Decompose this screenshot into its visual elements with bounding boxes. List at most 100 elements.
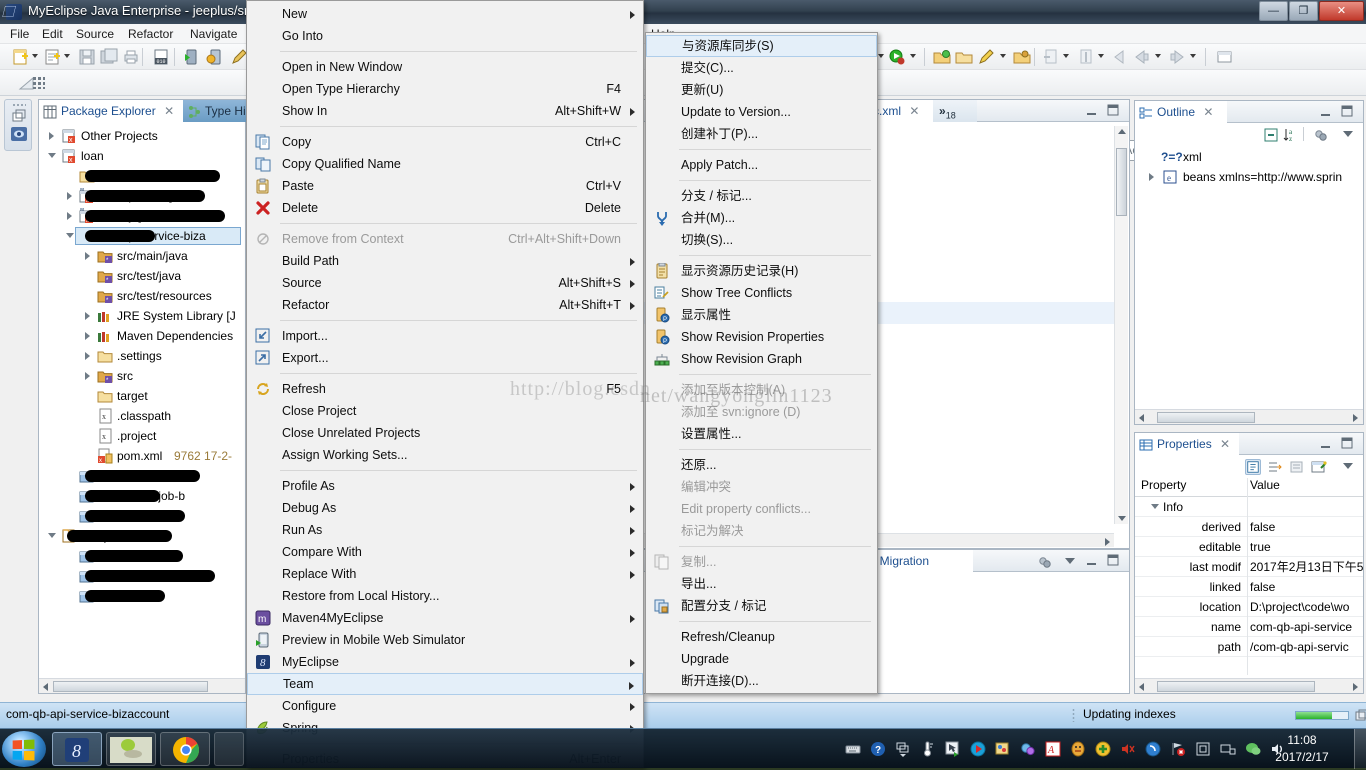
properties-rows[interactable]: Info derived false editable true last modif… bbox=[1135, 497, 1363, 675]
properties-column-divider[interactable] bbox=[1247, 478, 1248, 675]
scroll-right-icon[interactable] bbox=[1353, 414, 1358, 422]
start-button[interactable] bbox=[2, 731, 46, 767]
properties-group-row[interactable]: Info bbox=[1135, 497, 1363, 517]
hide-fields-icon[interactable] bbox=[1313, 127, 1329, 143]
menu-item-close-project[interactable]: Close Project bbox=[247, 400, 643, 422]
debug-dropdown-icon[interactable] bbox=[878, 54, 885, 59]
paint-icon[interactable] bbox=[995, 741, 1011, 757]
run-dropdown-icon[interactable] bbox=[910, 54, 917, 59]
outline-item[interactable]: ?=? xml bbox=[1135, 147, 1363, 167]
menu-item-run-as[interactable]: Run As bbox=[247, 519, 643, 541]
team-menu-item-[interactable]: 还原... bbox=[646, 454, 877, 476]
scroll-right-icon[interactable] bbox=[1105, 538, 1110, 546]
scroll-down-icon[interactable] bbox=[1118, 516, 1126, 521]
team-menu-item-p[interactable]: 创建补丁(P)... bbox=[646, 123, 877, 145]
close-icon[interactable]: ✕ bbox=[164, 104, 174, 118]
menu-item-restore-from-local-history[interactable]: Restore from Local History... bbox=[247, 585, 643, 607]
scroll-right-icon[interactable] bbox=[1353, 683, 1358, 691]
menu-item-replace-with[interactable]: Replace With bbox=[247, 563, 643, 585]
editor-vscrollbar[interactable] bbox=[1114, 126, 1128, 524]
team-menu-item-[interactable]: 设置属性... bbox=[646, 423, 877, 445]
collapse-arrow-icon[interactable] bbox=[48, 153, 56, 162]
tree-item[interactable]: * src bbox=[39, 366, 245, 386]
menu-item-copy-qualified-name[interactable]: Copy Qualified Name bbox=[247, 153, 643, 175]
outline-maximize-icon[interactable] bbox=[1340, 104, 1354, 118]
tree-item[interactable]: Maven Dependencies bbox=[39, 326, 245, 346]
install-icon[interactable] bbox=[1195, 741, 1211, 757]
properties-row[interactable]: location D:\project\code\wo bbox=[1135, 597, 1363, 617]
editor-maximize-icon[interactable] bbox=[1106, 103, 1120, 117]
team-submenu[interactable]: 与资源库同步(S) 提交(C)... 更新(U) Update to Version.… bbox=[645, 32, 878, 694]
show-advanced-icon[interactable] bbox=[1267, 459, 1283, 475]
menu-item-refresh[interactable]: Refresh F5 bbox=[247, 378, 643, 400]
minimize-button[interactable]: — bbox=[1259, 1, 1288, 21]
drag-handle-dots[interactable] bbox=[12, 103, 26, 107]
team-menu-item-update-to-version[interactable]: Update to Version... bbox=[646, 101, 877, 123]
team-menu-item-[interactable]: P 显示属性 bbox=[646, 304, 877, 326]
network-icon[interactable] bbox=[1220, 741, 1236, 757]
menu-item-copy[interactable]: Copy Ctrl+C bbox=[247, 131, 643, 153]
chrome-taskbar-item[interactable] bbox=[160, 732, 210, 766]
properties-row[interactable]: linked false bbox=[1135, 577, 1363, 597]
back-icon[interactable] bbox=[1133, 48, 1151, 66]
tree-item[interactable]: i-web-bizacco bbox=[39, 566, 245, 586]
properties-row[interactable]: path /com-qb-api-servic bbox=[1135, 637, 1363, 657]
drive-icon[interactable] bbox=[1145, 741, 1161, 757]
properties-minimize-icon[interactable] bbox=[1319, 437, 1333, 451]
scroll-left-icon[interactable] bbox=[1139, 414, 1144, 422]
tree-item[interactable]: target bbox=[39, 386, 245, 406]
player-icon[interactable] bbox=[970, 741, 986, 757]
editor-minimize-icon[interactable] bbox=[1085, 104, 1099, 118]
tree-item[interactable]: n-task-core bbox=[39, 466, 245, 486]
tree-item[interactable]: * src/main/java bbox=[39, 246, 245, 266]
flag-error-icon[interactable] bbox=[1170, 741, 1186, 757]
open-type-icon[interactable] bbox=[1013, 48, 1031, 66]
window-switch-icon[interactable] bbox=[895, 741, 911, 757]
close-icon[interactable]: ✕ bbox=[909, 104, 919, 118]
menu-item-close-unrelated-projects[interactable]: Close Unrelated Projects bbox=[247, 422, 643, 444]
expand-arrow-icon[interactable] bbox=[67, 192, 72, 200]
new-window-icon[interactable] bbox=[1216, 48, 1234, 66]
collapse-all-icon[interactable] bbox=[1263, 127, 1279, 143]
run-server-icon[interactable] bbox=[182, 48, 200, 66]
vscroll-thumb[interactable] bbox=[1116, 148, 1127, 216]
properties-row[interactable]: derived false bbox=[1135, 517, 1363, 537]
team-menu-item-s[interactable]: 与资源库同步(S) bbox=[646, 35, 877, 57]
menu-navigate[interactable]: Navigate bbox=[184, 26, 243, 43]
team-menu-item-[interactable]: 分支 / 标记... bbox=[646, 185, 877, 207]
tree-item[interactable]: * src/test/resources bbox=[39, 286, 245, 306]
build-icon[interactable]: 010 bbox=[152, 48, 170, 66]
expand-arrow-icon[interactable] bbox=[85, 372, 90, 380]
next-annotation-dropdown-icon[interactable] bbox=[1098, 54, 1105, 59]
menu-item-maven4myeclipse[interactable]: m Maven4MyEclipse bbox=[247, 607, 643, 629]
forward-dropdown-icon[interactable] bbox=[1190, 54, 1197, 59]
tab-project-migration[interactable]: ct Migration bbox=[863, 550, 973, 572]
outline-minimize-icon[interactable] bbox=[1319, 105, 1333, 119]
outline-hscrollbar[interactable] bbox=[1135, 409, 1363, 424]
forward-icon[interactable] bbox=[1168, 48, 1186, 66]
team-menu-item-show-revision-graph[interactable]: Show Revision Graph bbox=[646, 348, 877, 370]
new-file-dropdown-icon[interactable] bbox=[64, 54, 71, 59]
tree-item[interactable]: Mxcomapi-core [LOAN bbox=[39, 186, 245, 206]
tab-type-hierarchy[interactable]: Type Hi bbox=[183, 100, 247, 122]
view-menu-chevron-icon[interactable] bbox=[1065, 558, 1075, 564]
editor-overflow-tab[interactable]: »18 bbox=[933, 100, 977, 122]
menu-item-open-in-new-window[interactable]: Open in New Window bbox=[247, 56, 643, 78]
expand-arrow-icon[interactable] bbox=[1149, 173, 1154, 181]
team-menu-item-[interactable]: 配置分支 / 标记 bbox=[646, 595, 877, 617]
pdf-icon[interactable]: A bbox=[1045, 741, 1061, 757]
tree-item[interactable] bbox=[39, 506, 245, 526]
tree-item[interactable]: * src/test/java bbox=[39, 266, 245, 286]
menu-item-compare-with[interactable]: Compare With bbox=[247, 541, 643, 563]
hscroll-thumb[interactable] bbox=[53, 681, 208, 692]
menu-item-delete[interactable]: Delete Delete bbox=[247, 197, 643, 219]
tree-item[interactable] bbox=[39, 586, 245, 606]
highlight-dropdown-icon[interactable] bbox=[1000, 54, 1007, 59]
team-menu-item-[interactable]: 导出... bbox=[646, 573, 877, 595]
save-icon[interactable] bbox=[78, 48, 96, 66]
menu-item-debug-as[interactable]: Debug As bbox=[247, 497, 643, 519]
run-icon[interactable] bbox=[888, 48, 906, 66]
tree-item[interactable]: x Other Projects bbox=[39, 126, 245, 146]
menu-file[interactable]: File bbox=[4, 26, 35, 43]
bottom-minimize-icon[interactable] bbox=[1085, 554, 1099, 568]
